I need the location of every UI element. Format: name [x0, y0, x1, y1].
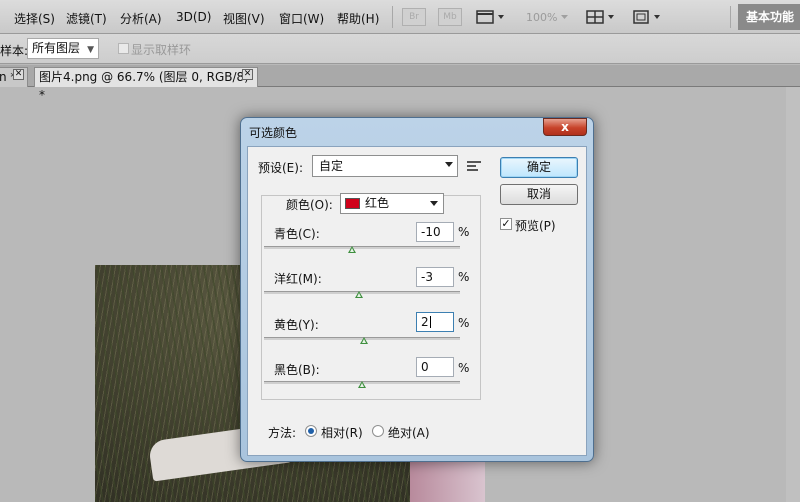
vertical-scrollbar[interactable] [786, 87, 800, 502]
menu-help[interactable]: 帮助(H) [337, 10, 379, 27]
cyan-slider-track[interactable] [264, 246, 460, 249]
yellow-label: 黄色(Y): [274, 318, 319, 332]
menu-select[interactable]: 选择(S) [14, 10, 55, 27]
black-slider-thumb[interactable] [358, 381, 366, 388]
menu-separator [392, 6, 393, 28]
menu-analysis[interactable]: 分析(A) [120, 10, 162, 27]
chevron-down-icon [430, 201, 438, 206]
minibridge-button[interactable]: Mb [438, 8, 462, 26]
cancel-button[interactable]: 取消 [500, 184, 578, 205]
yellow-slider-thumb[interactable] [359, 337, 368, 344]
method-relative-label: 相对(R) [321, 426, 363, 440]
tab-label: 图片4.png @ 66.7% (图层 0, RGB/8) * [39, 70, 249, 102]
cyan-unit: % [458, 225, 470, 239]
sample-select-value: 所有图层 [32, 41, 81, 55]
menu-view[interactable]: 视图(V) [223, 10, 265, 27]
yellow-unit: % [458, 316, 470, 330]
magenta-input[interactable]: -3 [416, 267, 454, 287]
show-sampling-ring-checkbox[interactable] [118, 43, 129, 54]
cyan-input[interactable]: -10 [416, 222, 454, 242]
colors-select[interactable]: 红色 [340, 193, 444, 214]
black-label: 黑色(B): [274, 363, 320, 377]
selective-color-dialog: 可选颜色 x 预设(E): 自定 确定 取消 ✓ 预览(P) 颜色(O): 红色… [240, 117, 594, 462]
workspace-switcher-button[interactable]: 基本功能 [738, 4, 800, 30]
preview-checkbox[interactable]: ✓ [500, 218, 512, 230]
magenta-value: -3 [421, 270, 433, 284]
chevron-down-icon [445, 162, 453, 167]
document-tab-active[interactable]: 图片4.png @ 66.7% (图层 0, RGB/8) * [34, 67, 258, 102]
black-value: 0 [421, 360, 429, 374]
menu-filter[interactable]: 滤镜(T) [66, 10, 107, 27]
menu-window[interactable]: 窗口(W) [279, 10, 324, 27]
magenta-label: 洋红(M): [274, 272, 322, 286]
text-caret [429, 316, 431, 328]
colors-select-value: 红色 [365, 196, 390, 210]
cyan-value: -10 [421, 225, 441, 239]
magenta-unit: % [458, 270, 470, 284]
magenta-slider-thumb[interactable] [355, 291, 364, 298]
zoom-level[interactable]: 100% [526, 11, 557, 24]
ok-button[interactable]: 确定 [500, 157, 578, 178]
chevron-down-icon: ▼ [87, 45, 94, 55]
show-sampling-ring-label: 显示取样环 [131, 43, 192, 57]
preset-select-value: 自定 [319, 159, 344, 173]
yellow-value: 2 [421, 315, 429, 329]
document-tab-bar: n * ✕ 图片4.png @ 66.7% (图层 0, RGB/8) * ✕ [0, 65, 800, 102]
screen-mode-icon[interactable] [632, 9, 662, 25]
options-bar: 样本: 所有图层 ▼ 显示取样环 [0, 34, 800, 64]
color-swatch [345, 198, 360, 209]
arrange-documents-icon[interactable] [586, 9, 616, 25]
canvas-image-detail [410, 462, 485, 502]
zoom-dropdown-icon[interactable] [560, 9, 570, 25]
colors-label: 颜色(O): [286, 198, 333, 212]
black-unit: % [458, 361, 470, 375]
dialog-body: 预设(E): 自定 确定 取消 ✓ 预览(P) 颜色(O): 红色 青色(C):… [247, 146, 587, 456]
dialog-title: 可选颜色 [249, 126, 298, 140]
method-absolute-label: 绝对(A) [388, 426, 430, 440]
view-extras-icon[interactable] [476, 9, 506, 25]
black-input[interactable]: 0 [416, 357, 454, 377]
menu-3d[interactable]: 3D(D) [176, 10, 211, 24]
preset-options-icon[interactable] [467, 161, 481, 171]
close-icon[interactable]: ✕ [13, 69, 24, 80]
preset-label: 预设(E): [258, 161, 303, 175]
sample-select[interactable]: 所有图层 ▼ [27, 38, 99, 59]
preview-label: 预览(P) [515, 219, 556, 233]
sample-label: 样本: [0, 44, 29, 58]
method-absolute-radio[interactable] [372, 425, 384, 437]
close-button[interactable]: x [543, 118, 587, 136]
method-relative-radio[interactable] [305, 425, 317, 437]
preset-select[interactable]: 自定 [312, 155, 458, 177]
bridge-button[interactable]: Br [402, 8, 426, 26]
menu-bar: 选择(S) 滤镜(T) 分析(A) 3D(D) 视图(V) 窗口(W) 帮助(H… [0, 0, 800, 34]
cyan-slider-thumb[interactable] [348, 246, 357, 253]
menu-separator [730, 6, 731, 28]
yellow-input[interactable]: 2 [416, 312, 454, 332]
cyan-label: 青色(C): [274, 227, 320, 241]
close-icon[interactable]: ✕ [242, 69, 253, 80]
method-label: 方法: [268, 426, 297, 440]
